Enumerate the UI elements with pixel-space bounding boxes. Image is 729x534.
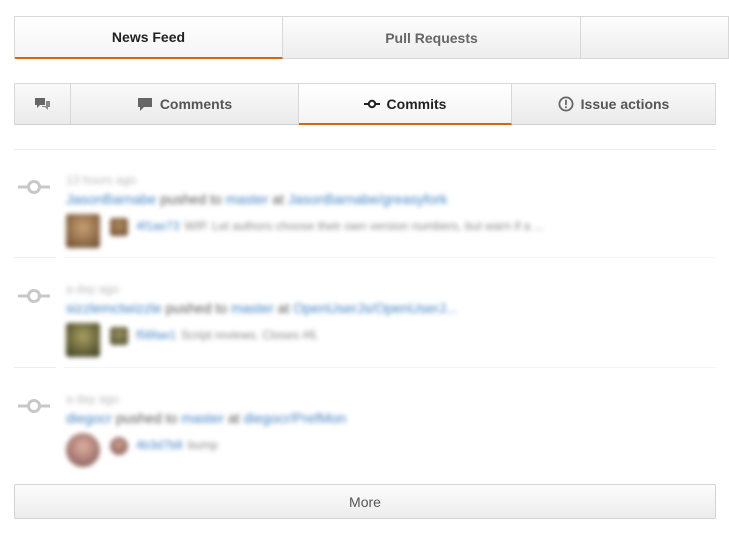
commit-message: WIP. Let authors choose their own versio… <box>184 219 544 233</box>
issue-icon <box>558 96 574 112</box>
tab-pull-requests-label: Pull Requests <box>385 29 478 46</box>
tab-news-feed[interactable]: News Feed <box>15 17 283 59</box>
tab-commits-label: Commits <box>386 95 447 112</box>
event-timestamp: a day ago <box>66 392 119 406</box>
tab-all-activity[interactable] <box>15 84 71 125</box>
comment-icon <box>137 97 152 111</box>
more-button-label: More <box>349 493 381 510</box>
commit-detail: 4f1ae73 WIP. Let authors choose their own… <box>136 219 544 233</box>
commit-icon <box>18 399 50 413</box>
filter-tab-bar: Comments Commits Issue actions <box>14 83 716 125</box>
tab-issue-actions[interactable]: Issue actions <box>512 84 715 125</box>
event-verb: pushed to <box>165 300 228 316</box>
discussion-icon <box>35 98 50 110</box>
avatar[interactable] <box>110 327 128 345</box>
user-link[interactable]: JasonBarnabe <box>66 191 156 207</box>
event-at: at <box>227 410 240 426</box>
user-link[interactable]: sizzlemctwizzle <box>66 300 162 316</box>
avatar[interactable] <box>110 218 128 236</box>
event-headline: diegocr pushed to master at diegocr/Pref… <box>66 410 346 426</box>
list-item: 13 hours ago JasonBarnabe pushed to mast… <box>14 155 716 260</box>
repo-link[interactable]: diegocr/PrefMon <box>243 410 346 426</box>
commit-icon <box>18 289 50 303</box>
repo-link[interactable]: OpenUserJs/OpenUserJ... <box>293 300 457 316</box>
tab-pull-requests[interactable]: Pull Requests <box>283 17 581 59</box>
tab-extra[interactable] <box>581 17 728 59</box>
commit-detail: 4b3d7b8 bump <box>136 438 218 452</box>
event-verb: pushed to <box>115 410 178 426</box>
commit-sha-link[interactable]: 4b3d7b8 <box>136 438 183 452</box>
event-at: at <box>272 191 284 207</box>
branch-link[interactable]: master <box>226 191 269 207</box>
list-item: a day ago sizzlemctwizzle pushed to mast… <box>14 264 716 369</box>
tab-comments[interactable]: Comments <box>71 84 299 125</box>
list-item: a day ago diegocr pushed to master at di… <box>14 374 716 479</box>
avatar[interactable] <box>66 323 100 357</box>
commit-detail: f56fae1 Script reviews. Closes #6. <box>136 328 319 342</box>
tab-commits[interactable]: Commits <box>299 84 512 125</box>
commit-message: Script reviews. Closes #6. <box>181 328 320 342</box>
commit-icon <box>18 180 50 194</box>
feed-divider <box>14 149 716 150</box>
event-timestamp: 13 hours ago <box>66 173 137 187</box>
event-timestamp: a day ago <box>66 282 119 296</box>
user-link[interactable]: diegocr <box>66 410 112 426</box>
commit-sha-link[interactable]: 4f1ae73 <box>136 219 179 233</box>
avatar[interactable] <box>110 437 128 455</box>
tab-news-feed-label: News Feed <box>111 29 186 45</box>
event-headline: JasonBarnabe pushed to master at JasonBa… <box>66 191 447 207</box>
top-tab-bar: News Feed Pull Requests <box>14 16 729 59</box>
commit-message: bump <box>187 438 218 452</box>
tab-issue-actions-label: Issue actions <box>580 96 670 112</box>
avatar[interactable] <box>66 214 100 248</box>
commit-sha-link[interactable]: f56fae1 <box>136 328 176 342</box>
branch-link[interactable]: master <box>231 300 274 316</box>
event-headline: sizzlemctwizzle pushed to master at Open… <box>66 300 457 316</box>
tab-comments-label: Comments <box>159 96 233 112</box>
more-button[interactable]: More <box>14 484 716 519</box>
avatar[interactable] <box>66 433 100 467</box>
event-at: at <box>277 300 290 316</box>
repo-link[interactable]: JasonBarnabe/greasyfork <box>288 191 448 207</box>
event-verb: pushed to <box>160 191 222 207</box>
branch-link[interactable]: master <box>181 410 224 426</box>
commit-icon <box>363 99 380 108</box>
